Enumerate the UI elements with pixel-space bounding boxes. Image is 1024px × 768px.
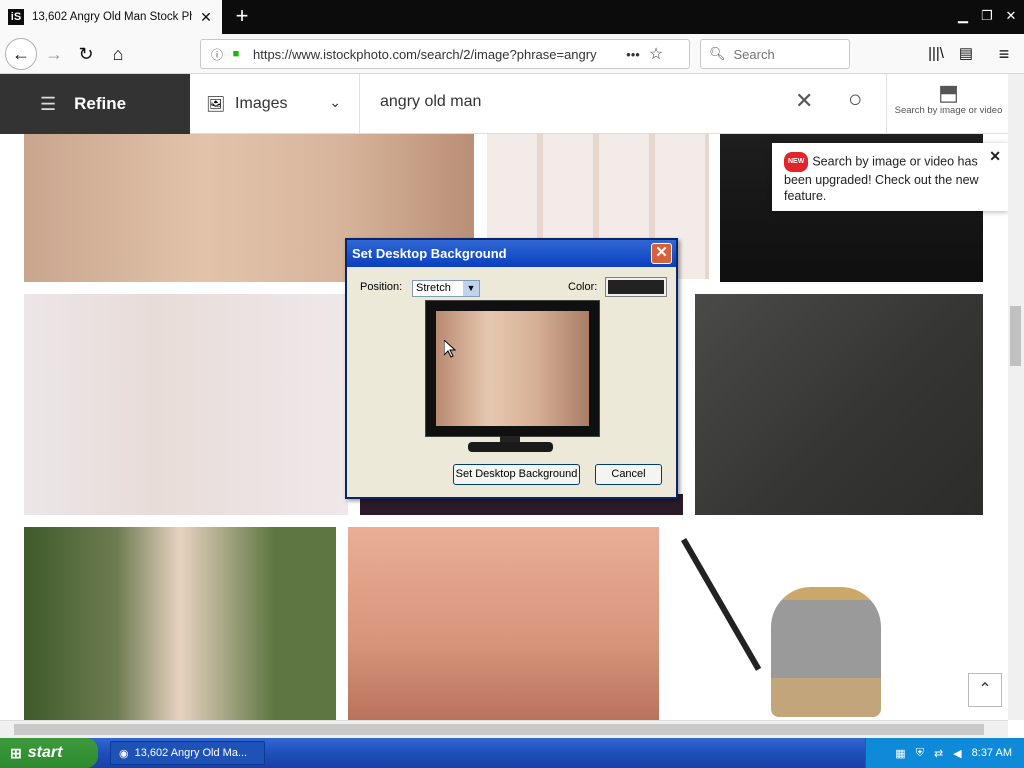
new-badge: NEW bbox=[784, 152, 809, 172]
windows-logo-icon: ⊞ bbox=[10, 744, 22, 761]
result-image-7[interactable] bbox=[24, 527, 336, 720]
browser-task-icon: ◉ bbox=[119, 747, 129, 760]
minimize-icon[interactable]: ▁ bbox=[952, 5, 974, 27]
sidebar-icon[interactable]: ▤ bbox=[952, 40, 980, 68]
forward-icon[interactable]: → bbox=[40, 40, 68, 68]
new-tab-icon[interactable]: + bbox=[230, 4, 254, 28]
feature-popover: NEW Search by image or video has been upg… bbox=[772, 143, 1008, 211]
browser-search-input[interactable]: 🔍︎ Search bbox=[700, 39, 850, 69]
image-upload-icon: ⬒ bbox=[938, 80, 959, 105]
reload-icon[interactable]: ↻ bbox=[72, 40, 100, 68]
url-bar[interactable]: ⓘ ■ https://www.istockphoto.com/search/2… bbox=[200, 39, 690, 69]
position-label: Position: bbox=[360, 281, 403, 293]
image-icon: 🖼︎ bbox=[206, 96, 226, 113]
monitor-stand-icon bbox=[468, 436, 553, 452]
network-icon[interactable]: ⇄ bbox=[934, 747, 943, 760]
media-type-dropdown[interactable]: 🖼︎ Images ⌄ bbox=[190, 74, 360, 134]
taskbar-item-browser[interactable]: ◉ 13,602 Angry Old Ma... bbox=[110, 741, 265, 765]
popover-close-icon[interactable]: ✕ bbox=[989, 148, 1001, 164]
horizontal-scrollbar[interactable] bbox=[0, 720, 1008, 738]
navigation-toolbar: ← → ↻ ⌂ ⓘ ■ https://www.istockphoto.com/… bbox=[0, 34, 1024, 74]
figure-shape bbox=[771, 587, 881, 717]
lock-icon: ■ bbox=[232, 48, 240, 60]
security-shield-icon[interactable]: ⛨ bbox=[916, 747, 924, 760]
popover-text: Search by image or video has been upgrad… bbox=[784, 154, 979, 203]
color-picker-button[interactable] bbox=[605, 277, 667, 297]
clear-search-icon[interactable]: ✕ bbox=[795, 88, 813, 114]
set-desktop-background-button[interactable]: Set Desktop Background bbox=[453, 464, 580, 485]
tab-title: 13,602 Angry Old Man Stock Photo bbox=[32, 11, 192, 23]
cane-shape bbox=[681, 538, 762, 671]
home-icon[interactable]: ⌂ bbox=[104, 40, 132, 68]
restore-icon[interactable]: ❐ bbox=[976, 5, 998, 27]
search-by-image-button[interactable]: ⬒ Search by image or video bbox=[886, 74, 1010, 134]
position-select[interactable]: Stretch ▼ bbox=[412, 280, 480, 297]
windows-taskbar: ⊞ start ◉ 13,602 Angry Old Ma... ▦ ⛨ ⇄ ◀… bbox=[0, 738, 1024, 768]
wallpaper-preview bbox=[436, 311, 589, 426]
bookmark-star-icon[interactable]: ☆ bbox=[643, 44, 669, 64]
dropdown-arrow-icon: ▼ bbox=[463, 281, 479, 296]
browser-tab-bar: iS 13,602 Angry Old Man Stock Photo ✕ + … bbox=[0, 0, 1024, 34]
taskbar-item-label: 13,602 Angry Old Ma... bbox=[134, 747, 248, 759]
url-text[interactable]: https://www.istockphoto.com/search/2/ima… bbox=[253, 47, 623, 62]
vertical-scroll-thumb[interactable] bbox=[1010, 306, 1021, 366]
color-swatch bbox=[608, 280, 664, 294]
back-icon[interactable]: ← bbox=[5, 38, 37, 70]
chevron-down-icon: ⌄ bbox=[329, 94, 341, 110]
horizontal-scroll-thumb[interactable] bbox=[14, 724, 984, 735]
keyboard-icon[interactable]: ▦ bbox=[895, 747, 905, 760]
vertical-scrollbar[interactable] bbox=[1008, 74, 1024, 720]
result-image-4[interactable] bbox=[24, 294, 348, 515]
refine-button[interactable]: ☰ Refine bbox=[0, 74, 190, 134]
set-desktop-background-dialog: Set Desktop Background ✕ Position: Stret… bbox=[345, 238, 678, 499]
start-button[interactable]: ⊞ start bbox=[0, 738, 98, 768]
browser-tab[interactable]: iS 13,602 Angry Old Man Stock Photo ✕ bbox=[0, 0, 222, 34]
info-icon[interactable]: ⓘ bbox=[207, 46, 227, 63]
refine-label: Refine bbox=[74, 94, 127, 113]
color-label: Color: bbox=[568, 281, 598, 293]
monitor-preview bbox=[425, 300, 600, 437]
library-icon[interactable]: |||\ bbox=[922, 40, 950, 68]
volume-icon[interactable]: ◀ bbox=[953, 747, 961, 760]
search-by-image-label: Search by image or video bbox=[894, 105, 1003, 116]
search-query-input[interactable]: angry old man bbox=[380, 93, 481, 111]
dialog-title: Set Desktop Background bbox=[352, 246, 507, 261]
istock-favicon-icon: iS bbox=[8, 9, 24, 25]
search-icon: 🔍︎ bbox=[709, 46, 726, 61]
media-type-label: Images bbox=[235, 95, 288, 112]
page-actions-icon[interactable]: ••• bbox=[623, 47, 643, 62]
scroll-to-top-button[interactable]: ⌃ bbox=[968, 673, 1002, 707]
result-image-6[interactable] bbox=[695, 294, 983, 515]
search-placeholder: Search bbox=[733, 46, 775, 62]
mouse-cursor-icon bbox=[444, 340, 456, 358]
start-label: start bbox=[27, 744, 63, 761]
result-image-9[interactable] bbox=[671, 527, 983, 720]
system-tray: ▦ ⛨ ⇄ ◀ 8:37 AM bbox=[865, 738, 1024, 768]
position-value: Stretch bbox=[416, 282, 451, 294]
sliders-icon: ☰ bbox=[40, 93, 57, 114]
dialog-close-icon[interactable]: ✕ bbox=[651, 243, 672, 264]
site-search-header: ☰ Refine 🖼︎ Images ⌄ angry old man ✕ ○ ⬒… bbox=[0, 74, 1010, 134]
result-image-8[interactable] bbox=[348, 527, 659, 720]
tab-close-icon[interactable]: ✕ bbox=[198, 9, 214, 25]
cancel-button[interactable]: Cancel bbox=[595, 464, 662, 485]
menu-icon[interactable]: ≡ bbox=[990, 40, 1018, 68]
window-close-icon[interactable]: ✕ bbox=[1000, 5, 1022, 27]
dialog-title-bar: Set Desktop Background ✕ bbox=[347, 240, 676, 267]
search-submit-icon[interactable]: ○ bbox=[848, 86, 863, 114]
clock: 8:37 AM bbox=[971, 747, 1012, 759]
